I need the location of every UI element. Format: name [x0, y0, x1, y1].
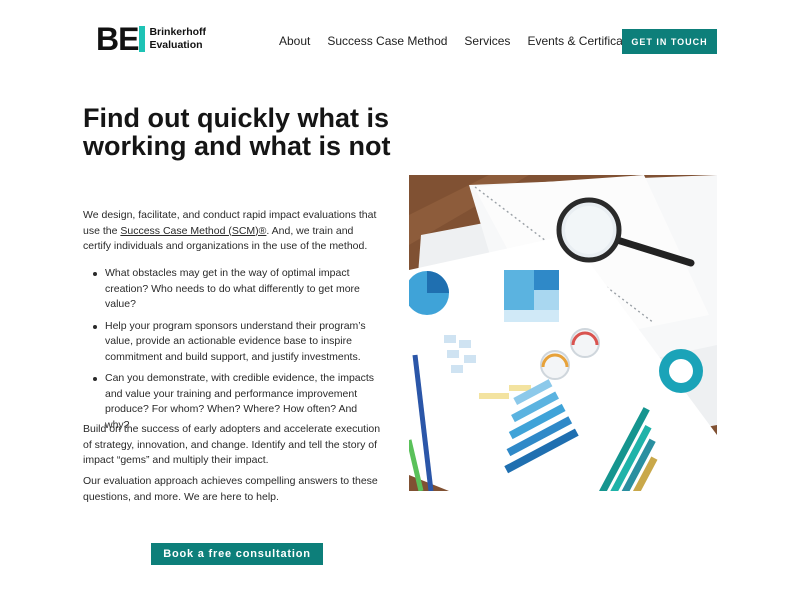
logo-line-2: Evaluation [149, 39, 203, 51]
list-item: Help your program sponsors understand th… [83, 319, 383, 366]
site-header: BE Brinkerhoff Evaluation About Success … [0, 0, 800, 80]
list-item: What obstacles may get in the way of opt… [83, 266, 383, 313]
help-paragraph: Our evaluation approach achieves compell… [83, 475, 378, 503]
hero-image [409, 175, 717, 491]
logo-wordmark: Brinkerhoff Evaluation [149, 26, 206, 52]
charts-magnifier-illustration [409, 175, 717, 491]
book-consultation-button[interactable]: Book a free consultation [151, 543, 323, 565]
nav-about[interactable]: About [279, 34, 310, 48]
scm-link[interactable]: Success Case Method (SCM)® [120, 225, 266, 237]
get-in-touch-button[interactable]: GET IN TOUCH [622, 29, 717, 54]
logo-accent-bar [139, 26, 146, 52]
brand-logo[interactable]: BE Brinkerhoff Evaluation [96, 21, 206, 57]
accelerate-paragraph: Build on the success of early adopters a… [83, 423, 381, 466]
logo-mark: BE [96, 21, 139, 57]
question-list: What obstacles may get in the way of opt… [83, 266, 383, 439]
logo-line-1: Brinkerhoff [149, 26, 207, 38]
page-title: Find out quickly what is working and wha… [83, 103, 391, 161]
main-nav: About Success Case Method Services Event… [279, 29, 665, 53]
nav-success-case-method[interactable]: Success Case Method [327, 34, 447, 48]
nav-services[interactable]: Services [464, 34, 510, 48]
intro-paragraph: We design, facilitate, and conduct rapid… [83, 208, 383, 255]
